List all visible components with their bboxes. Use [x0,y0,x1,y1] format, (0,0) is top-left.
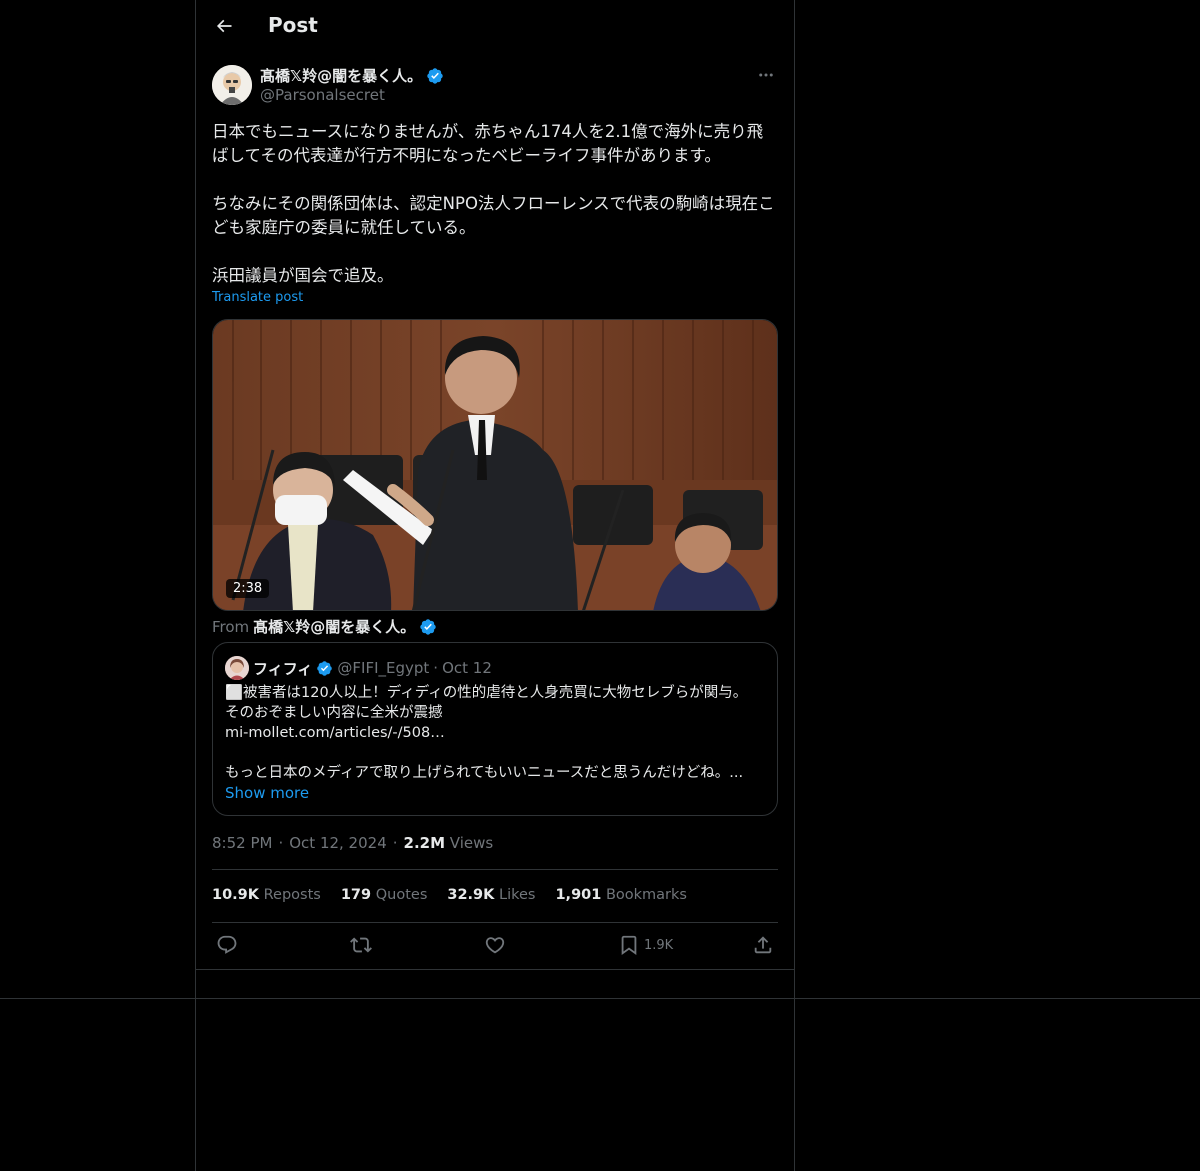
arrow-left-icon [216,19,232,33]
quote-author-name: フィフィ [253,659,313,678]
like-button[interactable] [484,934,506,956]
author-name[interactable]: 髙橋𝕏羚@闇を暴く人。 [260,65,422,86]
separator-dot: · [433,659,439,677]
action-bar: 1.9K [212,932,778,960]
from-label: From [212,617,250,636]
stat-count: 10.9K [212,887,260,903]
more-icon [759,73,773,77]
quote-text-line: ⬜被害者は120人以上！ディディの性的虐待と人身売買に大物セレブらが関与。 [225,685,748,701]
views: 2.2M Views [404,834,494,852]
stat-label: Bookmarks [605,887,687,903]
quote-link[interactable]: mi-mollet.com/articles/-/508… [225,723,767,743]
views-count: 2.2M [403,834,446,852]
back-button[interactable] [208,10,240,42]
more-options-button[interactable] [754,64,778,86]
avatar[interactable] [212,65,252,105]
author-handle[interactable]: @Parsonalsecret [260,86,385,104]
stat-quotes[interactable]: 179 Quotes [341,887,428,903]
video-duration: 2:38 [226,579,270,598]
post-meta: 8:52 PM · Oct 12, 2024 · 2.2M Views [212,834,493,852]
reply-button[interactable] [216,934,238,956]
quote-text-line [225,743,767,763]
post-author: 髙橋𝕏羚@闇を暴く人。 @Parsonalsecret [212,64,778,108]
quote-avatar [225,656,249,680]
post-date[interactable]: Oct 12, 2024 [289,834,387,852]
avatar-image [212,65,252,105]
reply-icon [217,935,237,954]
video-source: From 髙橋𝕏羚@闇を暴く人。 [212,616,437,637]
stat-count: 32.9K [447,887,495,903]
post-text: 日本でもニュースになりませんが、赤ちゃん174人を2.1億で海外に売り飛ばしてそ… [212,120,778,288]
page-title: Post [268,13,318,37]
stat-label: Likes [499,887,536,903]
share-icon [754,936,772,954]
translate-post-link[interactable]: Translate post [212,290,303,305]
quote-header: フィフィ @FIFI_Egypt · Oct 12 [225,656,492,680]
stat-likes[interactable]: 32.9K Likes [447,887,535,903]
source-author-name[interactable]: 髙橋𝕏羚@闇を暴く人。 [253,616,415,637]
quote-date: Oct 12 [442,659,492,677]
video-player[interactable]: 2:38 [212,319,778,611]
repost-icon [350,937,372,953]
quote-text-line: そのおぞましい内容に全米が震撼 [225,705,443,721]
quoted-post[interactable]: フィフィ @FIFI_Egypt · Oct 12 ⬜被害者は120人以上！ディ… [212,642,778,816]
verified-badge-icon [317,660,333,676]
stat-label: Reposts [263,887,321,903]
column-border-right [794,0,795,1171]
post-bottom-divider [196,969,794,970]
stat-bookmarks[interactable]: 1,901 Bookmarks [555,887,687,903]
separator-dot: · [278,834,284,852]
verified-badge-icon [427,67,443,84]
heart-icon [485,937,505,954]
quote-avatar-image [225,656,249,680]
bookmark-button[interactable]: 1.9K [618,934,673,956]
bookmark-count: 1.9K [644,937,674,953]
quote-text: ⬜被害者は120人以上！ディディの性的虐待と人身売買に大物セレブらが関与。 その… [225,683,767,783]
stat-count: 179 [340,887,372,903]
post-time[interactable]: 8:52 PM [212,834,272,852]
post-paragraph: ちなみにその関係団体は、認定NPO法人フローレンスで代表の駒崎は現在こども家庭庁… [212,194,775,237]
bookmark-icon [621,935,637,956]
separator-dot: · [392,834,398,852]
show-more-link[interactable]: Show more [225,784,309,802]
stat-count: 1,901 [555,887,602,903]
quote-author-handle: @FIFI_Egypt [337,659,430,677]
views-label: Views [449,834,494,852]
author-name-row: 髙橋𝕏羚@闇を暴く人。 [260,65,444,86]
column-border-left [195,0,196,1171]
post-paragraph: 日本でもニュースになりませんが、赤ちゃん174人を2.1億で海外に売り飛ばしてそ… [212,122,764,165]
post-paragraph: 浜田議員が国会で追及。 [212,266,394,285]
stat-reposts[interactable]: 10.9K Reposts [212,887,321,903]
engagement-stats: 10.9K Reposts 179 Quotes 32.9K Likes 1,9… [212,887,687,903]
stat-label: Quotes [375,887,428,903]
share-button[interactable] [752,934,774,956]
post-header: Post [196,0,794,54]
divider [212,922,778,923]
quote-text-line: もっと日本のメディアで取り上げられてもいいニュースだと思うんだけどね。... [225,765,744,781]
divider [212,869,778,870]
page-divider [0,998,1200,999]
repost-button[interactable] [350,934,372,956]
video-thumbnail [213,320,777,610]
verified-badge-icon [420,618,436,635]
